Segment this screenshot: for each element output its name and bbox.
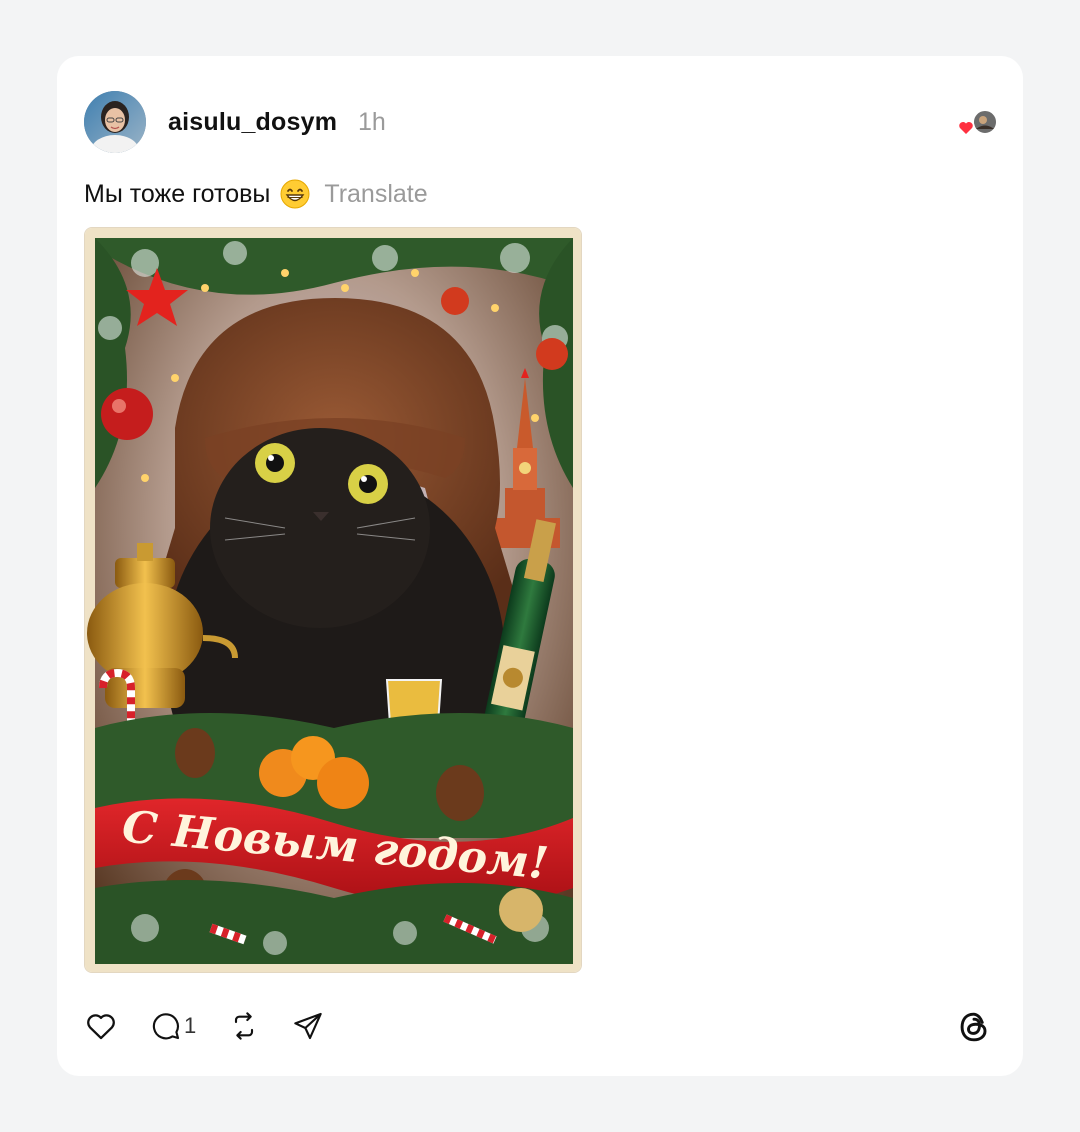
- send-icon: [294, 1012, 322, 1040]
- translate-link[interactable]: Translate: [324, 180, 427, 209]
- like-button[interactable]: [84, 1006, 118, 1046]
- liked-by-avatars[interactable]: [956, 109, 1000, 139]
- caption-text: Мы тоже готовы: [84, 179, 271, 208]
- post-caption: Мы тоже готовы Translate: [84, 179, 428, 209]
- author-avatar[interactable]: [84, 91, 146, 153]
- post-card: aisulu_dosym 1h Мы тоже готовы Translate…: [57, 56, 1023, 1076]
- post-time[interactable]: 1h: [358, 108, 386, 137]
- threads-logo-icon[interactable]: [952, 1005, 996, 1049]
- author-username[interactable]: aisulu_dosym: [168, 108, 337, 137]
- heart-icon: [87, 1014, 115, 1040]
- post-image[interactable]: С Новым годом!: [84, 227, 582, 973]
- share-button[interactable]: [292, 1006, 324, 1046]
- repost-icon: [235, 1012, 254, 1040]
- comment-icon: [152, 1013, 180, 1040]
- heart-badge-icon: [957, 119, 975, 137]
- grinning-face-emoji: [280, 179, 310, 209]
- post-actions: 1: [84, 1006, 356, 1046]
- reply-count: 1: [184, 1013, 197, 1038]
- reply-button[interactable]: 1: [150, 1006, 196, 1046]
- repost-button[interactable]: [228, 1006, 260, 1046]
